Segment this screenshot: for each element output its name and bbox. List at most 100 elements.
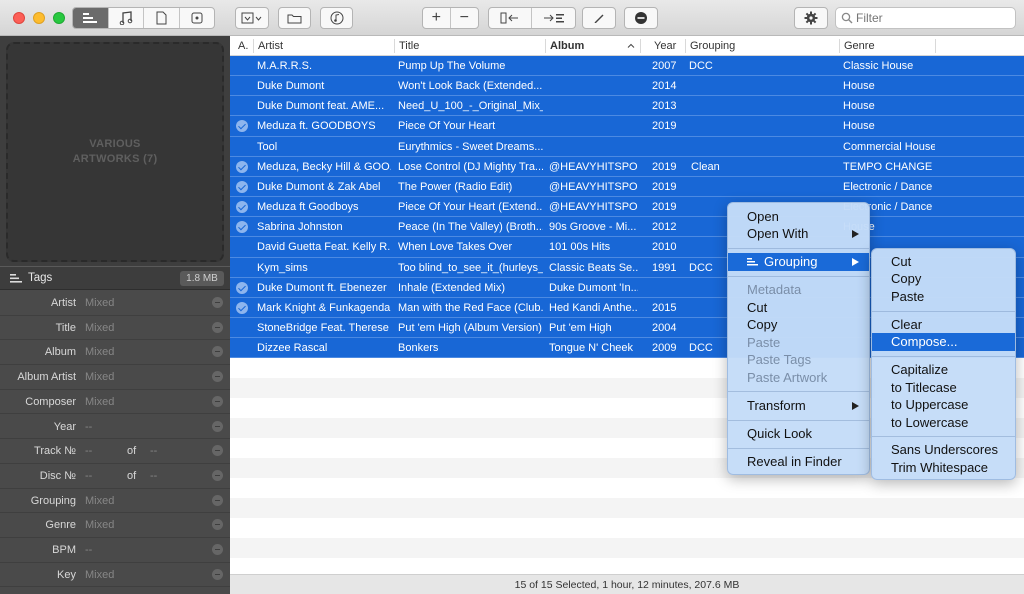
tag-field-value[interactable]: -- — [85, 445, 92, 457]
file-view-button[interactable] — [180, 8, 215, 28]
menu-item-copy[interactable]: Copy — [728, 316, 869, 334]
folder-button[interactable] — [279, 8, 310, 28]
stop-button[interactable] — [625, 8, 657, 28]
column-separator[interactable] — [545, 39, 546, 53]
clear-field-icon[interactable] — [212, 420, 223, 432]
column-header-artwork[interactable]: A. — [238, 40, 248, 52]
submenu-item-uppercase[interactable]: to Uppercase — [872, 396, 1015, 414]
column-separator[interactable] — [839, 39, 840, 53]
edit-button[interactable] — [583, 8, 615, 28]
lookup-button[interactable] — [321, 8, 352, 28]
tag-field-of-value[interactable]: -- — [150, 445, 157, 457]
list-lines-icon — [747, 258, 758, 266]
clear-field-icon[interactable] — [212, 371, 223, 383]
column-separator[interactable] — [935, 39, 936, 53]
cell-artist: Meduza ft Goodboys — [257, 201, 359, 214]
submenu-item-sans-underscores[interactable]: Sans Underscores — [872, 441, 1015, 459]
menu-item-open-with[interactable]: Open With — [728, 225, 869, 243]
menu-item-quick-look[interactable]: Quick Look — [728, 425, 869, 443]
menu-item-cut[interactable]: Cut — [728, 299, 869, 317]
tag-field-value[interactable]: Mixed — [85, 346, 114, 358]
clear-field-icon[interactable] — [212, 494, 223, 506]
menu-item-open[interactable]: Open — [728, 208, 869, 226]
move-right-button[interactable] — [532, 8, 575, 28]
table-row[interactable]: M.A.R.R.S. Pump Up The Volume 2007 DCC Class… — [230, 56, 1024, 77]
filter-field[interactable] — [835, 7, 1016, 29]
column-header-genre[interactable]: Genre — [844, 40, 875, 52]
tag-field-value[interactable]: Mixed — [85, 569, 114, 581]
tag-field-value[interactable]: Mixed — [85, 519, 114, 531]
tag-field-value[interactable]: Mixed — [85, 371, 114, 383]
clear-field-icon[interactable] — [212, 544, 223, 555]
add-button[interactable]: + — [423, 8, 451, 28]
submenu-item-titlecase[interactable]: to Titlecase — [872, 379, 1015, 397]
tag-editor-view-button[interactable] — [73, 8, 109, 28]
table-row[interactable]: Meduza, Becky Hill & GOO... Lose Control … — [230, 156, 1024, 177]
clear-field-icon[interactable] — [212, 395, 223, 407]
text-view-button[interactable] — [144, 8, 180, 28]
tag-field-value[interactable]: Mixed — [85, 396, 114, 408]
import-menu-button[interactable] — [236, 8, 268, 28]
cell-year: 2013 — [652, 100, 677, 113]
table-row[interactable]: Duke Dumont feat. AME... Need_U_100_-_Ori… — [230, 96, 1024, 117]
tag-field-value[interactable]: -- — [85, 544, 92, 556]
clear-field-icon[interactable] — [212, 519, 223, 531]
table-row[interactable]: Meduza ft. GOODBOYS Piece Of Your Heart 20… — [230, 116, 1024, 137]
submenu-item-paste[interactable]: Paste — [872, 288, 1015, 306]
stop-group — [624, 7, 658, 29]
zoom-window-button[interactable] — [53, 12, 65, 24]
submenu-item-copy[interactable]: Copy — [872, 270, 1015, 288]
remove-button[interactable]: − — [451, 8, 478, 28]
clear-field-icon[interactable] — [212, 297, 223, 308]
tag-field-of-value[interactable]: -- — [150, 470, 157, 482]
tag-field-value[interactable]: -- — [85, 470, 92, 482]
clear-field-icon[interactable] — [212, 469, 223, 481]
minimize-window-button[interactable] — [33, 12, 45, 24]
clear-field-icon[interactable] — [212, 346, 223, 358]
clear-field-icon[interactable] — [212, 568, 223, 580]
table-row[interactable]: Sabrina Johnston Peace (In The Valley) (B… — [230, 217, 1024, 238]
filter-input[interactable] — [856, 10, 1011, 26]
column-header-grouping[interactable]: Grouping — [690, 40, 735, 52]
menu-item-paste-artwork: Paste Artwork — [747, 370, 828, 385]
column-header-year[interactable]: Year — [654, 40, 676, 52]
submenu-item-lowercase[interactable]: to Lowercase — [872, 414, 1015, 432]
column-separator[interactable] — [253, 39, 254, 53]
submenu-item-cut[interactable]: Cut — [872, 253, 1015, 271]
table-row[interactable]: Duke Dumont Won't Look Back (Extended... 2… — [230, 76, 1024, 97]
cell-artist: Dizzee Rascal — [257, 342, 328, 355]
settings-button[interactable] — [795, 8, 827, 28]
empty-row-stripe — [230, 498, 1024, 519]
table-row[interactable]: Tool Eurythmics - Sweet Dreams... Commerci… — [230, 136, 1024, 157]
menu-separator — [872, 356, 1015, 357]
column-separator[interactable] — [394, 39, 395, 53]
column-separator[interactable] — [685, 39, 686, 53]
column-header-album[interactable]: Album — [550, 40, 584, 52]
menu-item-reveal-in-finder[interactable]: Reveal in Finder — [728, 453, 869, 471]
menu-item-grouping[interactable]: Grouping — [728, 253, 869, 271]
artwork-view-button[interactable] — [109, 8, 144, 28]
close-window-button[interactable] — [13, 12, 25, 24]
clear-field-icon[interactable] — [212, 445, 223, 457]
table-row[interactable]: Meduza ft Goodboys Piece Of Your Heart (E… — [230, 197, 1024, 218]
cell-album: Duke Dumont 'In... — [549, 281, 638, 294]
artwork-dropzone[interactable]: VARIOUS ARTWORKS (7) — [6, 42, 224, 262]
submenu-item-trim-whitespace[interactable]: Trim Whitespace — [872, 459, 1015, 477]
tag-field-value[interactable]: Mixed — [85, 322, 114, 334]
menu-item-transform[interactable]: Transform — [728, 397, 869, 415]
column-header-artist[interactable]: Artist — [258, 40, 283, 52]
submenu-item-compose[interactable]: Compose... — [872, 333, 1015, 351]
submenu-item-capitalize[interactable]: Capitalize — [872, 361, 1015, 379]
cell-genre: House — [843, 80, 875, 93]
cell-genre: House — [843, 120, 875, 133]
tag-field-value[interactable]: -- — [85, 421, 92, 433]
tag-field-value[interactable]: Mixed — [85, 495, 114, 507]
clear-field-icon[interactable] — [212, 321, 223, 333]
column-separator[interactable] — [640, 39, 641, 53]
column-header-title[interactable]: Title — [399, 40, 419, 52]
submenu-item-clear[interactable]: Clear — [872, 316, 1015, 334]
table-row[interactable]: Duke Dumont & Zak Abel The Power (Radio E… — [230, 176, 1024, 198]
tag-field-value[interactable]: Mixed — [85, 297, 114, 309]
move-left-button[interactable] — [489, 8, 533, 28]
menu-item-transform-label: Transform — [747, 398, 806, 413]
